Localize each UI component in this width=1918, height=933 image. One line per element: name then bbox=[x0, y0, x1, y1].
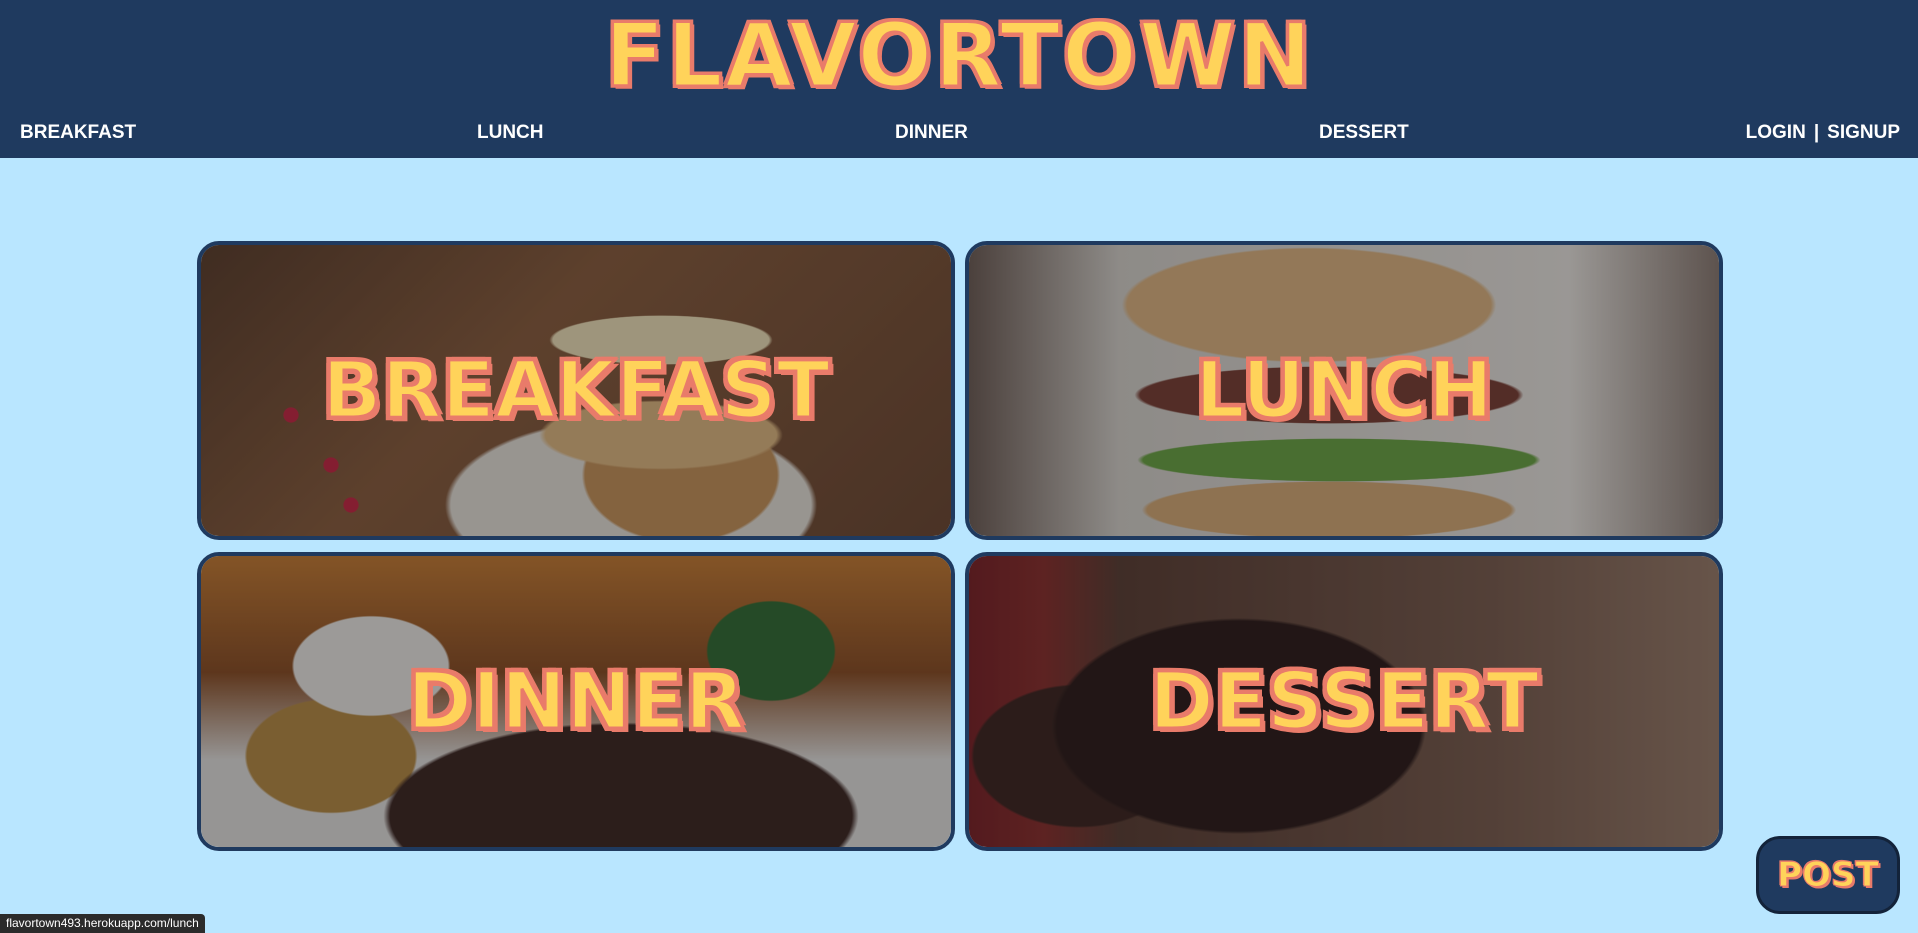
category-label-breakfast: BREAKFAST bbox=[321, 344, 832, 437]
category-label-dessert: DESSERT bbox=[1148, 655, 1541, 748]
site-logo[interactable]: FLAVORTOWN bbox=[0, 3, 1918, 109]
category-card-lunch[interactable]: LUNCH bbox=[965, 241, 1723, 540]
status-bar-url: flavortown493.herokuapp.com/lunch bbox=[0, 914, 205, 933]
auth-links: LOGIN | SIGNUP bbox=[1746, 122, 1900, 144]
post-button[interactable]: POST bbox=[1756, 836, 1900, 914]
nav-dinner[interactable]: DINNER bbox=[895, 122, 968, 150]
auth-separator: | bbox=[1813, 122, 1820, 143]
nav-breakfast[interactable]: BREAKFAST bbox=[20, 122, 136, 150]
category-label-lunch: LUNCH bbox=[1193, 344, 1494, 437]
login-link[interactable]: LOGIN bbox=[1746, 122, 1806, 143]
category-label-dinner: DINNER bbox=[406, 655, 747, 748]
category-card-dinner[interactable]: DINNER bbox=[197, 552, 955, 851]
category-card-breakfast[interactable]: BREAKFAST bbox=[197, 241, 955, 540]
nav-dessert[interactable]: DESSERT bbox=[1319, 122, 1409, 150]
nav-lunch[interactable]: LUNCH bbox=[477, 122, 544, 150]
category-card-dessert[interactable]: DESSERT bbox=[965, 552, 1723, 851]
top-header: FLAVORTOWN BREAKFAST LUNCH DINNER DESSER… bbox=[0, 0, 1918, 158]
signup-link[interactable]: SIGNUP bbox=[1827, 122, 1900, 143]
